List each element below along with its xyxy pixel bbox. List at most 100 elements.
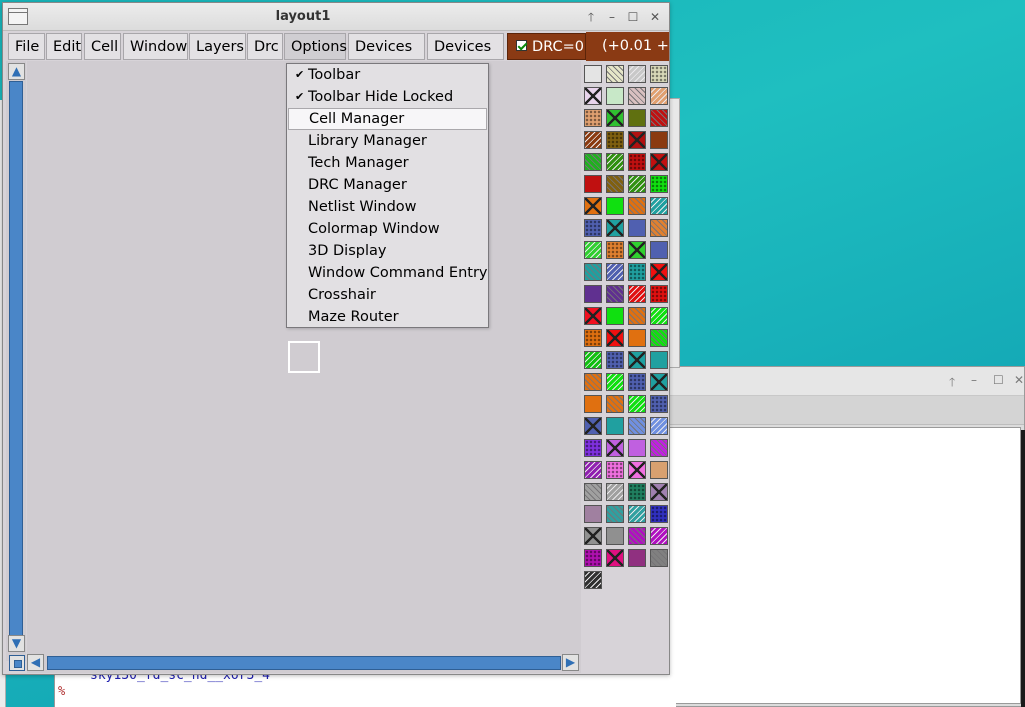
layer-swatch[interactable] <box>606 109 624 127</box>
layer-swatch[interactable] <box>584 87 602 105</box>
layer-swatch[interactable] <box>584 549 602 567</box>
window-titlebar[interactable]: layout1 🡑 – ☐ ✕ <box>3 3 669 31</box>
layer-swatch[interactable] <box>650 175 668 193</box>
layer-swatch[interactable] <box>650 153 668 171</box>
layer-swatch[interactable] <box>628 417 646 435</box>
layer-swatch[interactable] <box>606 461 624 479</box>
layer-swatch[interactable] <box>650 329 668 347</box>
layer-swatch[interactable] <box>606 197 624 215</box>
layer-swatch[interactable] <box>606 527 624 545</box>
layer-swatch[interactable] <box>650 505 668 523</box>
layer-swatch[interactable] <box>650 395 668 413</box>
layer-swatch[interactable] <box>584 65 602 83</box>
layer-swatch[interactable] <box>584 417 602 435</box>
menu-item-toolbar-hide-locked[interactable]: ✔ Toolbar Hide Locked <box>288 86 487 108</box>
layer-swatch[interactable] <box>606 439 624 457</box>
layer-swatch[interactable] <box>650 285 668 303</box>
layer-swatch[interactable] <box>584 241 602 259</box>
layer-swatch[interactable] <box>606 241 624 259</box>
layer-swatch[interactable] <box>606 373 624 391</box>
layer-swatch[interactable] <box>584 439 602 457</box>
layer-swatch[interactable] <box>650 483 668 501</box>
layer-swatch[interactable] <box>584 131 602 149</box>
layer-swatch[interactable] <box>584 571 602 589</box>
layer-swatch[interactable] <box>628 153 646 171</box>
menu-cell[interactable]: Cell <box>84 33 121 60</box>
layer-swatch[interactable] <box>650 351 668 369</box>
layer-swatch[interactable] <box>584 109 602 127</box>
layer-swatch[interactable] <box>584 505 602 523</box>
layer-swatch[interactable] <box>628 131 646 149</box>
layer-swatch[interactable] <box>628 439 646 457</box>
layer-swatch[interactable] <box>628 307 646 325</box>
layer-swatch[interactable] <box>606 395 624 413</box>
layer-swatch[interactable] <box>650 65 668 83</box>
layer-swatch[interactable] <box>606 329 624 347</box>
layer-swatch[interactable] <box>650 131 668 149</box>
layer-swatch[interactable] <box>584 483 602 501</box>
layer-swatch[interactable] <box>650 109 668 127</box>
console-raise-button[interactable]: 🡑 <box>949 373 955 394</box>
raise-button[interactable]: 🡑 <box>583 9 599 25</box>
layer-swatch[interactable] <box>584 527 602 545</box>
layer-swatch[interactable] <box>650 527 668 545</box>
menu-devices-2[interactable]: Devices 2 <box>427 33 504 82</box>
maximize-button[interactable]: ☐ <box>625 9 641 25</box>
layer-swatch[interactable] <box>650 263 668 281</box>
menu-edit[interactable]: Edit <box>46 33 82 60</box>
console-minimize-button[interactable]: – <box>971 373 977 387</box>
scroll-right-arrow-icon[interactable]: ▶ <box>562 654 579 671</box>
menu-layers[interactable]: Layers <box>189 33 246 60</box>
layer-swatch[interactable] <box>650 373 668 391</box>
menu-item-crosshair[interactable]: Crosshair <box>288 284 487 306</box>
layer-swatch[interactable] <box>628 197 646 215</box>
layer-swatch[interactable] <box>606 131 624 149</box>
layer-swatch[interactable] <box>584 263 602 281</box>
layer-swatch[interactable] <box>584 219 602 237</box>
console-close-button[interactable]: ✕ <box>1014 373 1024 387</box>
layer-swatch[interactable] <box>606 285 624 303</box>
layer-swatch[interactable] <box>650 219 668 237</box>
horizontal-scroll-thumb[interactable] <box>47 656 561 670</box>
layer-swatch[interactable] <box>650 87 668 105</box>
layer-swatch[interactable] <box>628 373 646 391</box>
layer-swatch[interactable] <box>606 307 624 325</box>
menu-file[interactable]: File <box>8 33 45 60</box>
layer-swatch[interactable] <box>628 263 646 281</box>
layer-swatch[interactable] <box>628 461 646 479</box>
layer-swatch[interactable] <box>628 109 646 127</box>
layer-swatch[interactable] <box>584 373 602 391</box>
layer-swatch[interactable] <box>606 351 624 369</box>
layer-swatch[interactable] <box>584 329 602 347</box>
menu-item-maze-router[interactable]: Maze Router <box>288 306 487 328</box>
close-button[interactable]: ✕ <box>647 9 663 25</box>
layer-swatch[interactable] <box>584 395 602 413</box>
layer-swatch[interactable] <box>606 505 624 523</box>
layer-swatch[interactable] <box>650 307 668 325</box>
layer-swatch[interactable] <box>584 153 602 171</box>
layer-swatch[interactable] <box>628 527 646 545</box>
menu-window[interactable]: Window <box>123 33 188 60</box>
menu-item-drc-manager[interactable]: DRC Manager <box>288 174 487 196</box>
layer-swatch[interactable] <box>628 351 646 369</box>
layer-swatch[interactable] <box>628 549 646 567</box>
vertical-scroll-thumb[interactable] <box>9 81 23 637</box>
layer-swatch[interactable] <box>628 395 646 413</box>
menu-item-library-manager[interactable]: Library Manager <box>288 130 487 152</box>
layer-swatch[interactable] <box>606 87 624 105</box>
layer-swatch[interactable] <box>606 65 624 83</box>
console-maximize-button[interactable]: ☐ <box>993 373 1004 387</box>
menu-item-tech-manager[interactable]: Tech Manager <box>288 152 487 174</box>
layer-swatch[interactable] <box>650 461 668 479</box>
layer-swatch[interactable] <box>650 417 668 435</box>
menu-item-netlist-window[interactable]: Netlist Window <box>288 196 487 218</box>
layer-swatch[interactable] <box>650 241 668 259</box>
layer-swatch[interactable] <box>606 153 624 171</box>
layer-swatch[interactable] <box>584 461 602 479</box>
scroll-down-arrow-icon[interactable]: ▼ <box>8 635 25 652</box>
layer-swatch[interactable] <box>628 505 646 523</box>
layer-swatch[interactable] <box>628 241 646 259</box>
layer-swatch[interactable] <box>628 329 646 347</box>
layer-swatch[interactable] <box>606 549 624 567</box>
layer-swatch[interactable] <box>584 351 602 369</box>
